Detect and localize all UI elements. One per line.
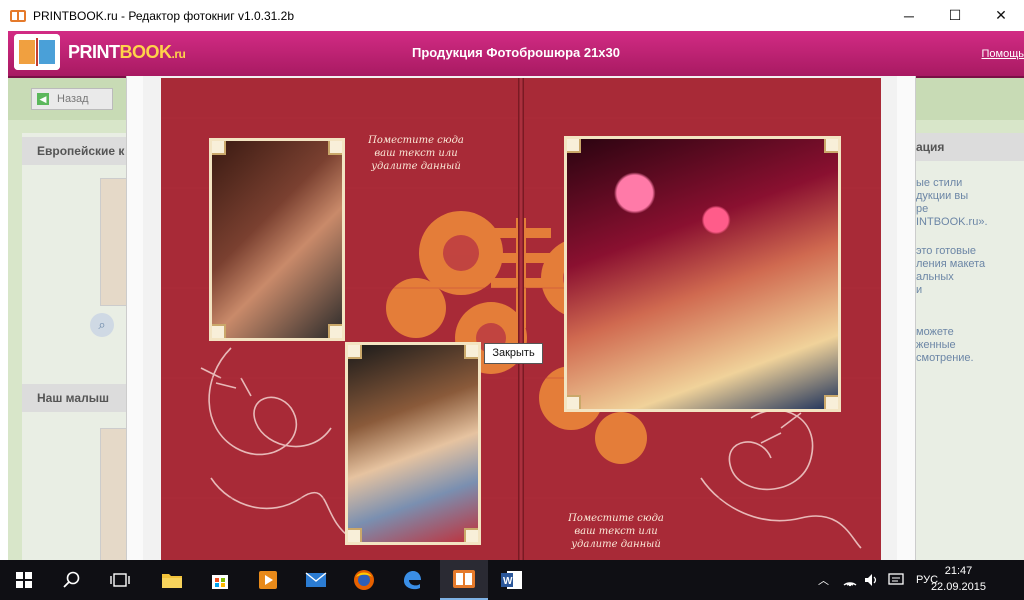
page-title: Продукция Фотоброшюра 21x30 (411, 45, 620, 60)
photobook-spread: Поместите сюда ваш текст или удалите дан… (161, 78, 881, 560)
text-placeholder[interactable]: Поместите сюда ваш текст или удалите дан… (561, 512, 671, 551)
text-placeholder[interactable]: Поместите сюда ваш текст или удалите дан… (361, 134, 471, 173)
svg-text:W: W (503, 576, 513, 587)
frame-corner (348, 345, 362, 359)
word-icon: W (501, 571, 522, 589)
window-title: PRINTBOOK.ru - Редактор фотокниг v1.0.31… (33, 8, 294, 23)
close-tooltip: Закрыть (484, 343, 543, 364)
frame-corner (824, 395, 838, 409)
arrow-left-icon: ◀ (37, 93, 49, 105)
app-header: PRINTBOOK.ru Продукция Фотоброшюра 21x30… (8, 31, 1024, 78)
taskbar-firefox[interactable] (340, 560, 388, 600)
clock-date: 22.09.2015 (930, 581, 986, 593)
template-thumbnail[interactable] (100, 178, 128, 306)
info-line: это готовые (916, 245, 977, 257)
template-thumbnail[interactable] (100, 428, 128, 562)
photo-frame[interactable] (209, 138, 345, 341)
category-baby[interactable]: Наш малыш (22, 384, 126, 412)
back-button[interactable]: ◀ Назад (31, 88, 113, 110)
clock[interactable]: 21:47 22.09.2015 (931, 563, 986, 595)
frame-corner (328, 324, 342, 338)
back-button-label: Назад (57, 93, 89, 105)
frame-corner (567, 395, 581, 409)
taskbar-edge[interactable] (388, 560, 436, 600)
edge-icon (404, 571, 421, 590)
notification-icon[interactable] (888, 560, 904, 600)
taskbar-mail[interactable] (292, 560, 340, 600)
frame-corner (348, 528, 362, 542)
frame-corner (824, 139, 838, 153)
frame-corner (328, 141, 342, 155)
window-titlebar[interactable]: PRINTBOOK.ru - Редактор фотокниг v1.0.31… (0, 0, 1024, 31)
frame-corner (212, 324, 226, 338)
photo-frame[interactable] (564, 136, 841, 412)
mail-icon (305, 572, 327, 587)
taskbar-store[interactable] (196, 560, 244, 600)
app-icon (10, 9, 26, 23)
maximize-button[interactable]: ☐ (932, 0, 978, 31)
volume-icon[interactable] (864, 560, 880, 600)
tray-chevron[interactable]: ︿ (818, 560, 829, 600)
frame-corner (464, 345, 478, 359)
info-line: INTBOOK.ru». (916, 216, 988, 228)
taskbar: W ︿ РУС 21:47 22.09.2015 (0, 560, 1024, 600)
firefox-icon (354, 570, 374, 590)
info-line: ления макета (916, 258, 986, 270)
clock-time: 21:47 (944, 565, 973, 577)
start-button[interactable] (0, 560, 48, 600)
info-line: и (916, 284, 923, 296)
info-line: можете (916, 326, 954, 338)
task-view-icon (110, 573, 130, 587)
wifi-icon[interactable] (842, 560, 858, 600)
printbook-app-icon (453, 570, 475, 588)
info-line: ре (916, 203, 929, 215)
task-view-button[interactable] (96, 560, 144, 600)
page-fold (518, 78, 524, 560)
taskbar-printbook[interactable] (440, 560, 488, 600)
info-line: альных (916, 271, 954, 283)
search-button[interactable] (48, 560, 96, 600)
search-icon (63, 571, 80, 588)
store-icon (212, 575, 228, 589)
close-button[interactable]: ✕ (978, 0, 1024, 31)
taskbar-media[interactable] (244, 560, 292, 600)
help-link[interactable]: Помощь (982, 48, 1024, 60)
info-panel-title: ация (910, 133, 1024, 161)
zoom-icon[interactable]: ⌕ (90, 313, 114, 337)
media-player-icon (259, 571, 277, 589)
frame-corner (567, 139, 581, 153)
photo-frame[interactable] (345, 342, 481, 545)
info-line: дукции вы (916, 190, 969, 202)
windows-icon (16, 572, 32, 588)
folder-icon (162, 574, 182, 588)
info-line: женные (916, 339, 956, 351)
frame-corner (212, 141, 226, 155)
taskbar-word[interactable]: W (488, 560, 536, 600)
taskbar-explorer[interactable] (148, 560, 196, 600)
frame-corner (464, 528, 478, 542)
category-european[interactable]: Европейские к (22, 137, 126, 165)
info-line: ые стили (916, 177, 963, 189)
minimize-button[interactable]: ─ (886, 0, 932, 31)
info-line: смотрение. (916, 352, 974, 364)
